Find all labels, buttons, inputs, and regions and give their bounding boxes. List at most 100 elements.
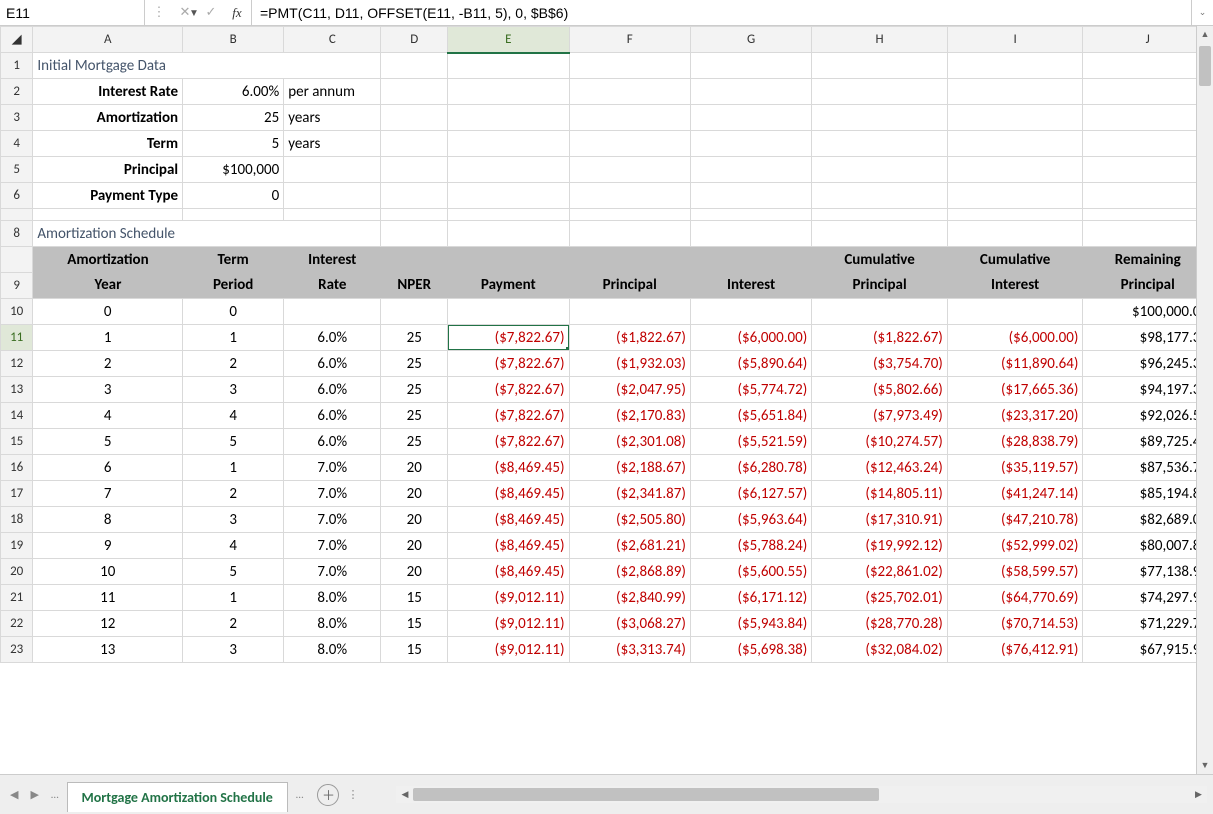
col-J[interactable]: J xyxy=(1083,27,1213,53)
cell[interactable]: $77,138.98 xyxy=(1083,559,1213,585)
cell[interactable]: 20 xyxy=(381,559,448,585)
cell[interactable] xyxy=(569,299,690,325)
cell[interactable]: $82,689.09 xyxy=(1083,507,1213,533)
cell[interactable]: ($2,505.80) xyxy=(569,507,690,533)
cell[interactable]: 2 xyxy=(183,481,284,507)
cell[interactable]: 7.0% xyxy=(284,481,381,507)
cell[interactable]: ($9,012.11) xyxy=(448,611,569,637)
cell[interactable]: 6 xyxy=(33,455,183,481)
cell[interactable]: 5 xyxy=(33,429,183,455)
val-rate[interactable]: 6.00% xyxy=(183,79,284,105)
cell[interactable]: ($2,170.83) xyxy=(569,403,690,429)
cell[interactable]: ($28,838.79) xyxy=(947,429,1083,455)
row-22[interactable]: 22 xyxy=(1,611,33,637)
cell[interactable]: 20 xyxy=(381,533,448,559)
row-18[interactable]: 18 xyxy=(1,507,33,533)
cell[interactable] xyxy=(448,299,569,325)
cell[interactable] xyxy=(381,299,448,325)
val-amort[interactable]: 25 xyxy=(183,105,284,131)
scroll-up-icon[interactable]: ▲ xyxy=(1197,26,1213,43)
cell[interactable]: ($8,469.45) xyxy=(448,481,569,507)
col-I[interactable]: I xyxy=(947,27,1083,53)
cell[interactable]: ($9,012.11) xyxy=(448,585,569,611)
cell[interactable]: 5 xyxy=(183,429,284,455)
cell[interactable]: 25 xyxy=(381,325,448,351)
cell[interactable]: $89,725.43 xyxy=(1083,429,1213,455)
cell[interactable]: $98,177.33 xyxy=(1083,325,1213,351)
col-F[interactable]: F xyxy=(569,27,690,53)
cell[interactable]: ($35,119.57) xyxy=(947,455,1083,481)
cell[interactable]: $87,536.76 xyxy=(1083,455,1213,481)
scroll-left-icon[interactable]: ◀ xyxy=(396,789,413,800)
enter-icon[interactable]: ✓ xyxy=(203,5,219,20)
tab-more2-icon[interactable]: … xyxy=(292,788,308,801)
row-19[interactable]: 19 xyxy=(1,533,33,559)
col-H[interactable]: H xyxy=(812,27,948,53)
val-principal[interactable]: $100,000 xyxy=(183,157,284,183)
cell[interactable]: ($8,469.45) xyxy=(448,533,569,559)
cell[interactable]: ($47,210.78) xyxy=(947,507,1083,533)
row-13[interactable]: 13 xyxy=(1,377,33,403)
sheet-tab-active[interactable]: Mortgage Amortization Schedule xyxy=(67,782,288,812)
cell[interactable]: 6.0% xyxy=(284,403,381,429)
cell[interactable]: ($5,600.55) xyxy=(690,559,811,585)
cell[interactable]: ($58,599.57) xyxy=(947,559,1083,585)
horizontal-scrollbar[interactable]: ◀ ▶ xyxy=(396,786,1207,803)
row-2[interactable]: 2 xyxy=(1,79,33,105)
cell[interactable]: ($7,973.49) xyxy=(812,403,948,429)
cell[interactable]: ($5,521.59) xyxy=(690,429,811,455)
cell[interactable]: 8.0% xyxy=(284,611,381,637)
scroll-thumb[interactable] xyxy=(1199,46,1211,86)
cell[interactable]: ($76,412.91) xyxy=(947,637,1083,663)
cell[interactable]: ($5,651.84) xyxy=(690,403,811,429)
cell[interactable]: ($1,932.03) xyxy=(569,351,690,377)
cell[interactable]: 8.0% xyxy=(284,585,381,611)
cell[interactable]: ($70,714.53) xyxy=(947,611,1083,637)
cell[interactable]: ($6,000.00) xyxy=(690,325,811,351)
hscroll-thumb[interactable] xyxy=(413,788,879,801)
col-E[interactable]: E xyxy=(448,27,569,53)
cell[interactable]: ($1,822.67) xyxy=(812,325,948,351)
row-4[interactable]: 4 xyxy=(1,131,33,157)
row-7[interactable] xyxy=(1,209,33,221)
val-term[interactable]: 5 xyxy=(183,131,284,157)
cell[interactable]: ($5,890.64) xyxy=(690,351,811,377)
cell[interactable]: 1 xyxy=(183,585,284,611)
cell[interactable]: 2 xyxy=(33,351,183,377)
cell[interactable]: ($5,802.66) xyxy=(812,377,948,403)
cell[interactable]: ($5,698.38) xyxy=(690,637,811,663)
formula-expand-icon[interactable]: ⌄ xyxy=(1191,0,1213,25)
cell[interactable]: ($2,341.87) xyxy=(569,481,690,507)
cell[interactable]: 2 xyxy=(183,611,284,637)
cell[interactable]: ($6,280.78) xyxy=(690,455,811,481)
row-21[interactable]: 21 xyxy=(1,585,33,611)
cell[interactable]: 3 xyxy=(33,377,183,403)
cell[interactable]: ($8,469.45) xyxy=(448,455,569,481)
cell[interactable]: 1 xyxy=(183,325,284,351)
col-B[interactable]: B xyxy=(183,27,284,53)
cell[interactable]: ($1,822.67) xyxy=(569,325,690,351)
cell[interactable]: ($25,702.01) xyxy=(812,585,948,611)
spreadsheet-grid[interactable]: ◢ A B C D E F G H I J 1 Initial Mortgage… xyxy=(0,26,1213,774)
cell[interactable]: ($11,890.64) xyxy=(947,351,1083,377)
cell[interactable]: 25 xyxy=(381,429,448,455)
cell[interactable]: ($5,788.24) xyxy=(690,533,811,559)
cell[interactable]: ($32,084.02) xyxy=(812,637,948,663)
cell[interactable]: $80,007.88 xyxy=(1083,533,1213,559)
fx-icon[interactable]: fx xyxy=(229,5,245,21)
cell[interactable]: 11 xyxy=(33,585,183,611)
row-8[interactable]: 8 xyxy=(1,221,33,247)
row-9[interactable]: 9 xyxy=(1,273,33,299)
cell[interactable]: 7.0% xyxy=(284,559,381,585)
cell[interactable]: ($7,822.67) xyxy=(448,403,569,429)
col-A[interactable]: A xyxy=(33,27,183,53)
cell[interactable]: ($7,822.67) xyxy=(448,377,569,403)
cell[interactable]: ($17,310.91) xyxy=(812,507,948,533)
cell[interactable]: 4 xyxy=(183,533,284,559)
cell[interactable]: 7.0% xyxy=(284,507,381,533)
cell[interactable]: ($41,247.14) xyxy=(947,481,1083,507)
cell[interactable]: 6.0% xyxy=(284,351,381,377)
cell[interactable]: ($12,463.24) xyxy=(812,455,948,481)
cell[interactable]: 20 xyxy=(381,481,448,507)
cell[interactable]: 20 xyxy=(381,507,448,533)
